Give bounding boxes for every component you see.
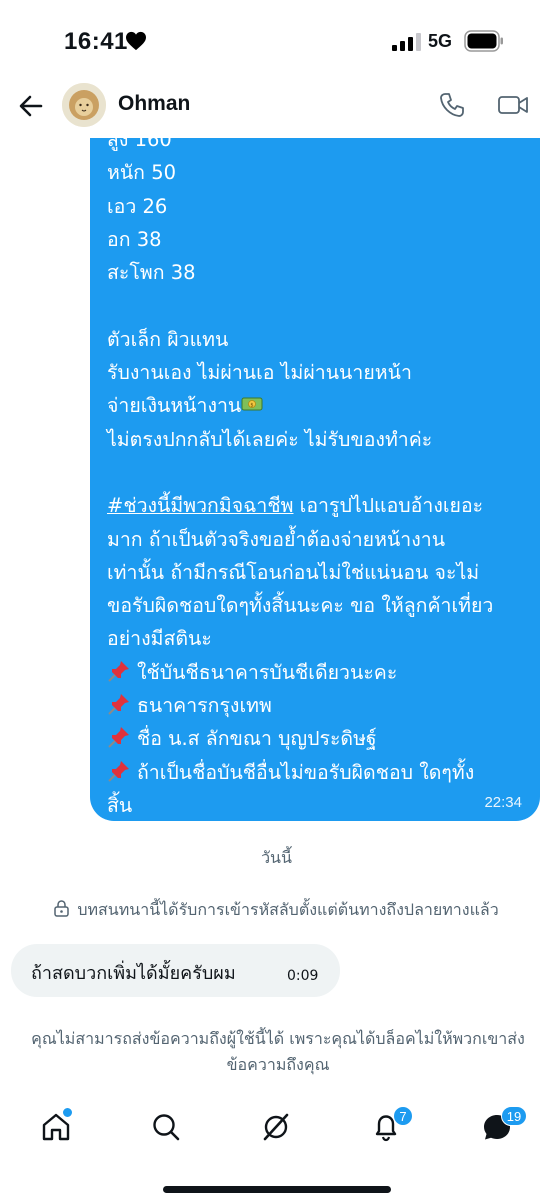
- message-line: เท่านั้น ถ้ามีกรณีโอนก่อนไม่ใช่แน่นอน จะ…: [107, 560, 480, 584]
- bottom-navigation: [0, 1100, 553, 1160]
- pushpin-icon: [108, 694, 129, 715]
- lock-icon: [54, 900, 70, 917]
- message-line-text: จ่ายเงินหน้างาน: [107, 394, 242, 418]
- pushpin-icon: [108, 727, 129, 749]
- lion-avatar-icon: [62, 83, 106, 127]
- outgoing-message-text: สูง 160 หนัก 50 เอว 26 อก 38 สะโพก 38 ตั…: [107, 123, 532, 821]
- incoming-message-text: ถ้าสดบวกเพิ่มได้มั้ยครับผม: [31, 963, 236, 984]
- message-line: [107, 289, 532, 322]
- incoming-message[interactable]: ถ้าสดบวกเพิ่มได้มั้ยครับผม 0:09: [11, 944, 340, 997]
- message-line: ธนาคารกรุงเทพ: [107, 689, 532, 722]
- message-line: ชื่อ น.ส ลักขณา บุญประดิษฐ์: [107, 722, 532, 755]
- message-line: มาก ถ้าเป็นตัวจริงขอย้ำต้องจ่ายหน้างาน: [107, 527, 446, 551]
- pushpin-icon: [108, 760, 129, 782]
- battery-icon: [464, 30, 503, 52]
- message-line: อก 38: [107, 227, 162, 251]
- pushpin-icon: [108, 660, 129, 682]
- money-with-wings-icon: $: [241, 397, 263, 411]
- blocked-notice: คุณไม่สามารถส่งข้อความถึงผู้ใช้นี้ได้ เพ…: [31, 1029, 525, 1074]
- status-time: 16:41: [64, 28, 128, 55]
- message-line: [107, 456, 532, 489]
- search-icon[interactable]: [149, 1110, 183, 1144]
- message-line: #ช่วงนี้มีพวกมิจฉาชีพ เอารูปไปแอบอ้างเยอ…: [107, 489, 532, 522]
- message-line-text: เอารูปไปแอบอ้างเยอะ: [293, 494, 484, 518]
- message-line: ไม่ตรงปกกลับได้เลยค่ะ ไม่รับของทำค่ะ: [107, 427, 433, 451]
- message-line-text: ใช้บันชีธนาคารบันชีเดียวนะคะ: [137, 660, 398, 684]
- video-call-icon[interactable]: [497, 91, 529, 119]
- avatar[interactable]: [62, 83, 106, 127]
- home-unread-dot: [61, 1106, 74, 1119]
- status-bar: 16:41 5G: [0, 0, 553, 80]
- message-line: ถ้าเป็นชื่อบันชีอื่นไม่ขอรับผิดชอบ ใดๆทั…: [107, 756, 532, 789]
- message-line: หนัก 50: [107, 161, 177, 185]
- conversation-header: Ohman: [0, 78, 553, 138]
- incoming-message-time: 0:09: [287, 968, 319, 984]
- svg-text:$: $: [251, 403, 254, 409]
- message-line: รับงานเอง ไม่ผ่านเอ ไม่ผ่านนายหน้า: [107, 361, 412, 385]
- hashtag-link[interactable]: #ช่วงนี้มีพวกมิจฉาชีพ: [107, 494, 293, 517]
- heart-icon: [126, 31, 146, 51]
- outgoing-message[interactable]: สูง 160 หนัก 50 เอว 26 อก 38 สะโพก 38 ตั…: [90, 120, 540, 821]
- day-separator: วันนี้: [261, 848, 292, 867]
- message-line-text: ถ้าเป็นชื่อบันชีอื่นไม่ขอรับผิดชอบ ใดๆทั…: [137, 760, 475, 784]
- message-line: ใช้บันชีธนาคารบันชีเดียวนะคะ: [107, 656, 532, 689]
- encryption-notice: บทสนทนานี้ได้รับการเข้ารหัสลับตั้งแต่ต้น…: [0, 898, 553, 923]
- network-type: 5G: [428, 31, 453, 51]
- message-line: ขอรับผิดชอบใดๆทั้งสิ้นนะคะ ขอ ให้ลูกค้าเ…: [107, 594, 494, 618]
- home-indicator: [163, 1186, 391, 1193]
- message-line-text: ชื่อ น.ส ลักขณา บุญประดิษฐ์: [137, 727, 377, 751]
- encryption-notice-text: บทสนทนานี้ได้รับการเข้ารหัสลับตั้งแต่ต้น…: [77, 900, 499, 919]
- message-line: จ่ายเงินหน้างาน $: [107, 389, 532, 422]
- message-line: สิ้น: [107, 793, 133, 817]
- messages-badge: 19: [501, 1106, 527, 1126]
- message-line: สะโพก 38: [107, 261, 196, 285]
- message-line-text: ธนาคารกรุงเทพ: [137, 694, 272, 718]
- contact-name[interactable]: Ohman: [118, 92, 190, 116]
- grok-icon[interactable]: [259, 1110, 293, 1144]
- message-line: อย่างมีสตินะ: [107, 627, 212, 651]
- back-arrow-icon[interactable]: [17, 92, 45, 120]
- message-line: เอว 26: [107, 194, 168, 218]
- notifications-badge: 7: [393, 1106, 413, 1126]
- cellular-signal-icon: [392, 33, 421, 51]
- message-line: ตัวเล็ก ผิวแทน: [107, 327, 229, 351]
- phone-call-icon[interactable]: [438, 91, 466, 119]
- outgoing-bubble: สูง 160 หนัก 50 เอว 26 อก 38 สะโพก 38 ตั…: [90, 120, 540, 821]
- outgoing-message-time: 22:34: [484, 794, 522, 811]
